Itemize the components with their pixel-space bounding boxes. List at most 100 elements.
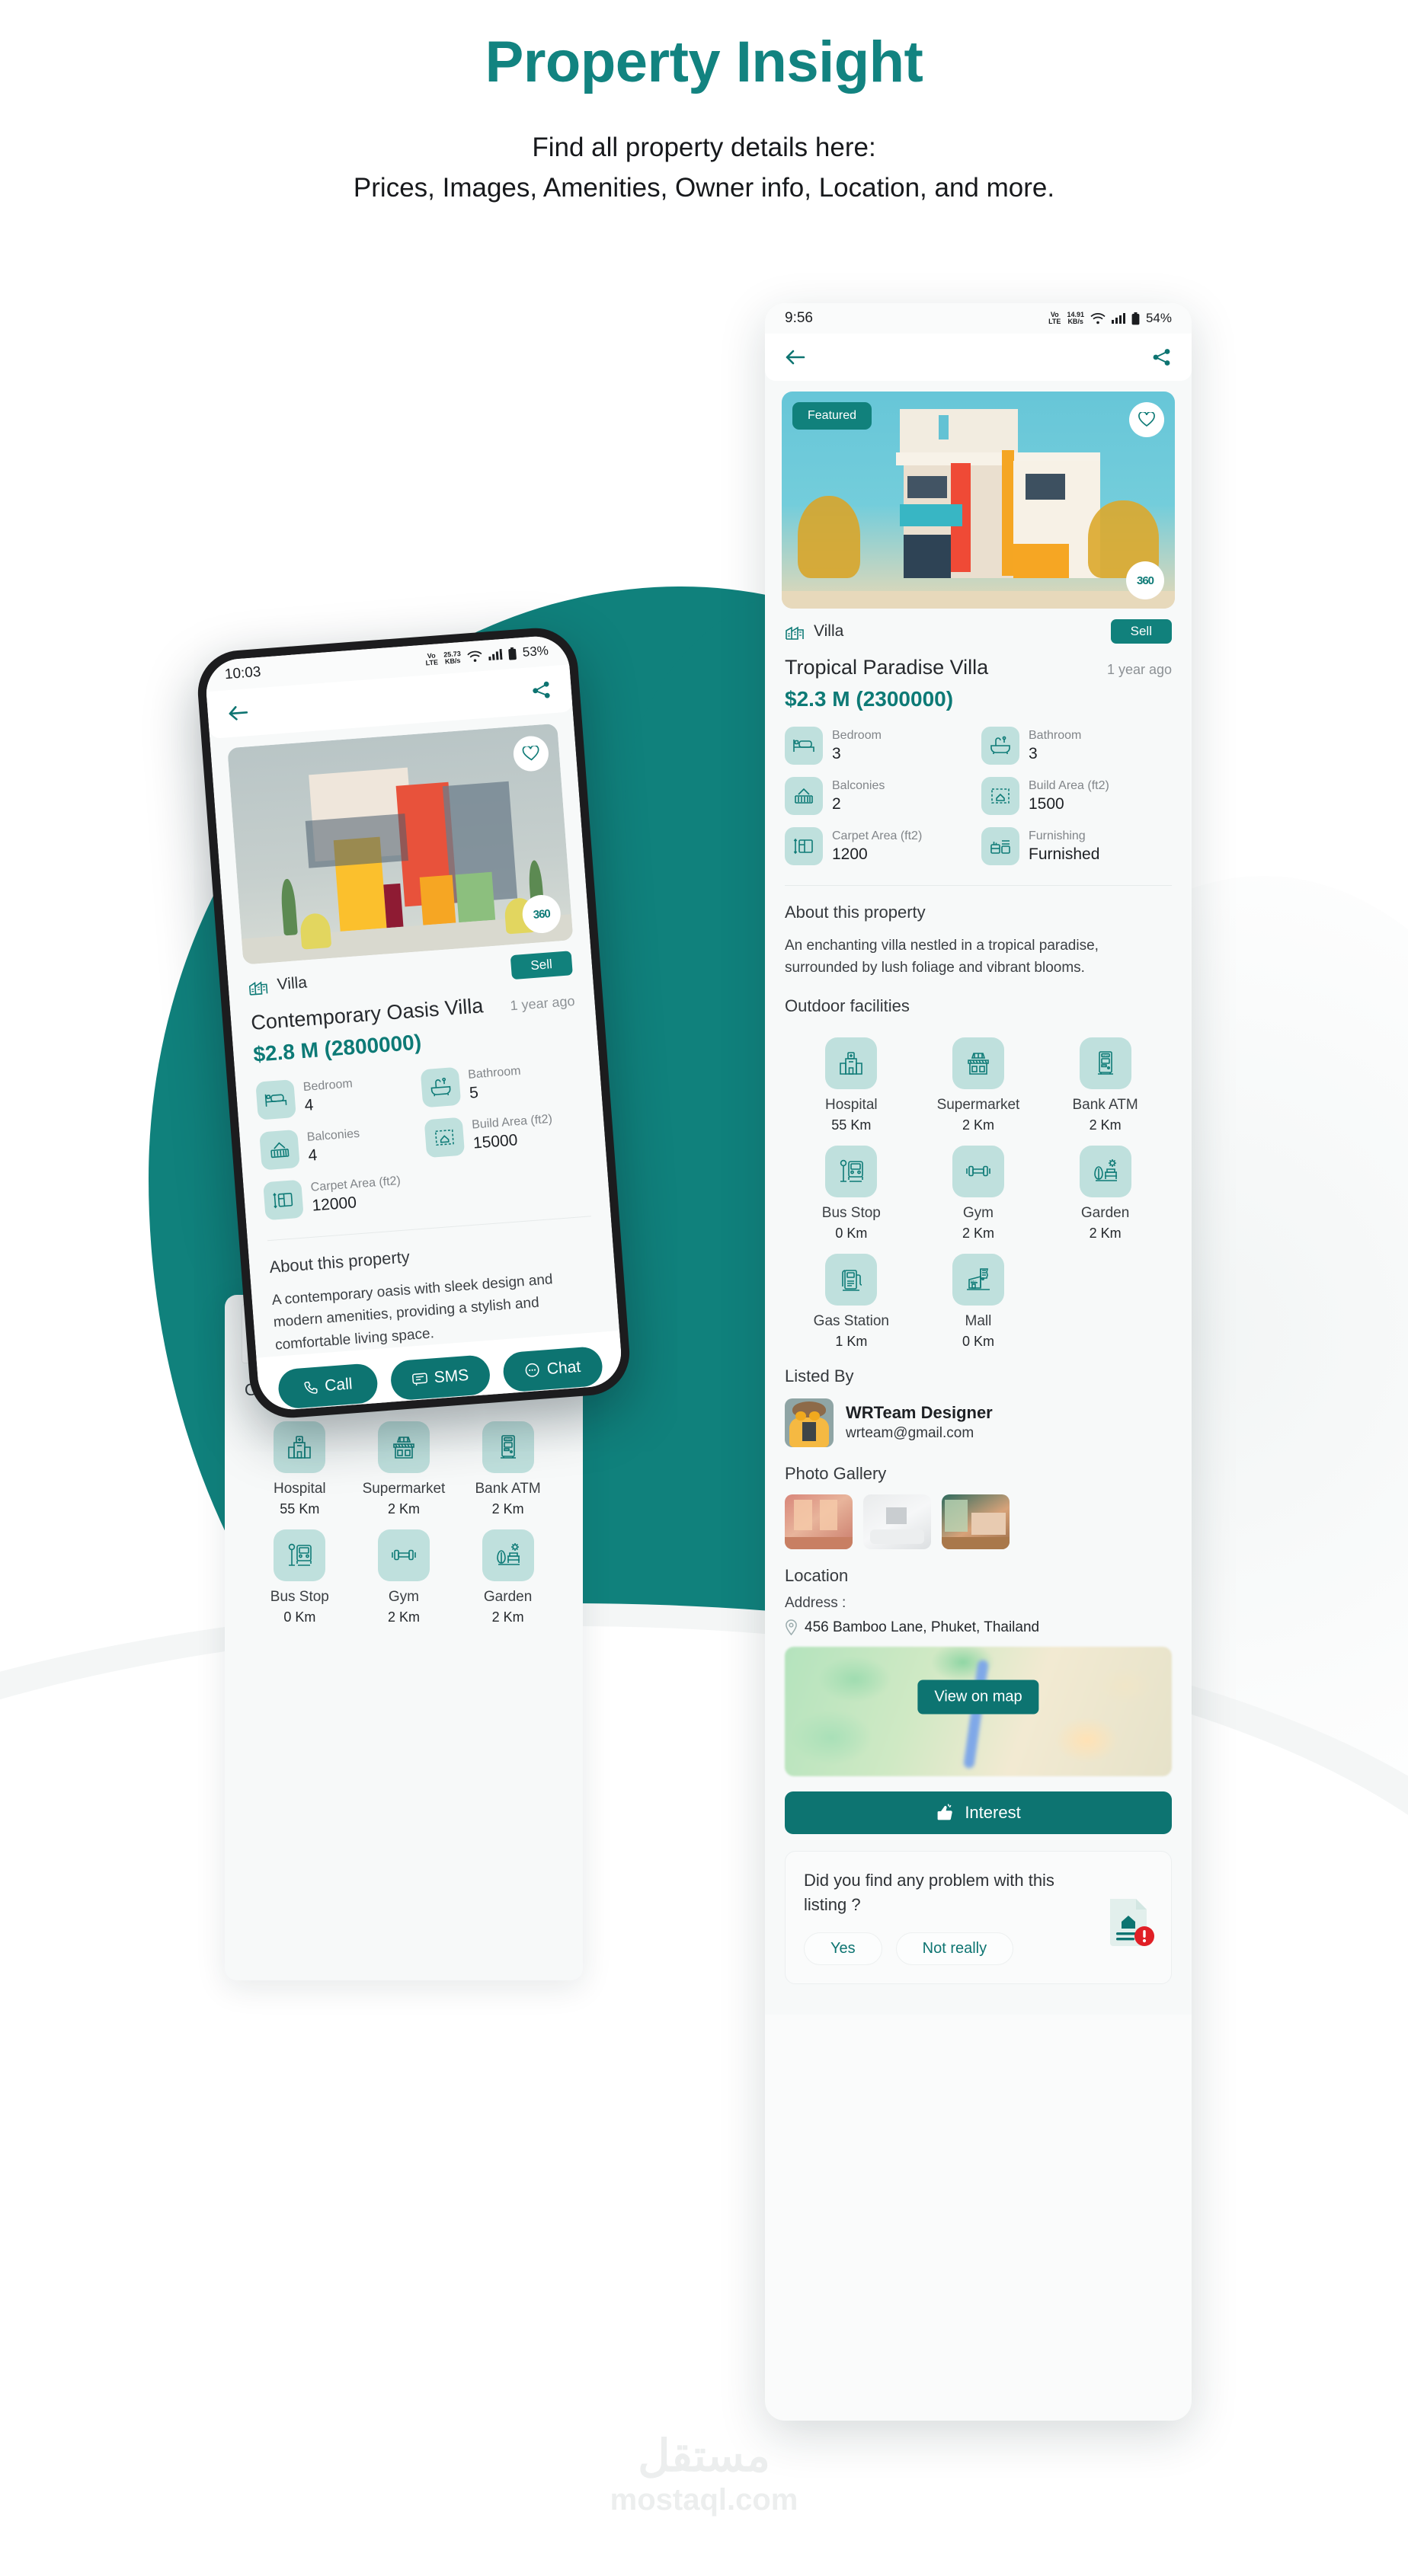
supermarket-icon [952,1037,1004,1089]
facility-item[interactable]: Garden 2 Km [1042,1145,1169,1242]
sms-button[interactable]: SMS [389,1354,491,1401]
right-facilities-heading: Outdoor facilities [785,996,910,1015]
spec-value: 3 [1029,745,1038,763]
signal-icon [488,648,503,661]
gallery-photo-3[interactable] [942,1494,1010,1549]
interest-label: Interest [965,1802,1021,1822]
chat-button[interactable]: Chat [501,1346,604,1393]
gallery-photo-2[interactable] [863,1494,931,1549]
spec-item: Balconies 2 [782,777,978,815]
avatar [785,1398,834,1447]
spec-item: Carpet Area (ft2) 12000 [260,1170,427,1221]
bus-stop-icon [274,1529,326,1581]
facility-item[interactable]: MALL Mall 0 Km [915,1253,1042,1350]
left-facilities-grid: Hospital 55 Km Supermarket 2 Km MTA Bank ATM 2… [225,1400,583,1625]
bathtub-icon [981,727,1019,765]
battery-icon [1131,312,1140,325]
thumbs-up-icon [936,1804,954,1822]
watermark: مستقل mostaql.com [0,2430,1408,2517]
watermark-arabic: مستقل [638,2431,770,2481]
facility-name: Mall [965,1312,992,1329]
facility-item[interactable]: MTA Bank ATM 2 Km [456,1421,560,1517]
facility-distance: 55 Km [831,1117,872,1133]
spec-value: 3 [832,745,841,763]
share-icon[interactable] [531,680,552,700]
facility-distance: 55 Km [280,1501,320,1517]
svg-text:MTA: MTA [505,1438,511,1441]
view-360-icon[interactable]: 360 [1126,561,1164,599]
facility-item[interactable]: Supermarket 2 Km [915,1037,1042,1133]
facility-name: Bank ATM [1072,1096,1138,1113]
facility-item[interactable]: Supermarket 2 Km [352,1421,456,1517]
heart-icon[interactable] [1129,402,1164,437]
left-hero-image[interactable]: 360 [227,723,574,965]
spec-item: Balconies 4 [256,1120,424,1171]
gym-icon [377,1529,430,1581]
facility-distance: 0 Km [835,1225,868,1241]
listed-by-heading: Listed By [785,1366,854,1385]
carpet-area-icon [263,1179,304,1221]
facility-distance: 2 Km [491,1609,524,1625]
spec-item: Furnishing Furnished [978,827,1175,865]
hospital-icon [825,1037,878,1089]
bathtub-icon [420,1066,462,1108]
facility-item[interactable]: Hospital 55 Km [248,1421,352,1517]
arrow-left-icon[interactable] [227,704,250,722]
facility-item[interactable]: Hospital 55 Km [788,1037,915,1133]
facility-name: Gym [962,1204,994,1221]
right-about-text: An enchanting villa nestled in a tropica… [785,938,1099,976]
subtitle-line-1: Find all property details here: [532,133,876,162]
hospital-icon [274,1421,326,1473]
problem-no-button[interactable]: Not really [895,1932,1014,1965]
interest-button[interactable]: Interest [785,1791,1172,1834]
problem-yes-button[interactable]: Yes [804,1932,882,1965]
facility-distance: 0 Km [283,1609,316,1625]
gas-station-icon [825,1253,878,1306]
right-property-price: $2.3 M (2300000) [785,687,954,711]
left-battery-percent: 53% [522,643,549,660]
bed-icon [255,1079,296,1120]
right-status-bar: 9:56 Vo LTE 14.91 KB/s 54% [765,303,1192,334]
address-label: Address : [785,1594,846,1611]
right-type-label: Villa [814,622,844,640]
facility-item[interactable]: Bus Stop 0 Km [248,1529,352,1625]
spec-value: 15000 [472,1131,519,1152]
spec-item: Bathroom 5 [418,1058,585,1108]
call-button[interactable]: Call [277,1363,379,1410]
call-label: Call [324,1375,354,1395]
view-on-map-button[interactable]: View on map [917,1680,1039,1715]
left-status-badge: Sell [510,951,573,980]
spec-label: Carpet Area (ft2) [832,829,923,842]
right-hero-image[interactable]: Featured 360 [782,392,1175,609]
gallery-photo-1[interactable] [785,1494,853,1549]
spec-value: 1200 [832,845,868,864]
facility-distance: 1 Km [835,1333,868,1349]
featured-badge: Featured [792,402,872,430]
facility-distance: 2 Km [1089,1225,1122,1241]
facility-item[interactable]: MTA Bank ATM 2 Km [1042,1037,1169,1133]
share-icon[interactable] [1152,348,1172,366]
spec-value: 4 [303,1096,315,1115]
left-phone-screen: 10:03 Vo LTE 25.73 KB/s 53% 360 Villa Se… [203,634,624,1412]
svg-text:MALL: MALL [971,1280,978,1283]
facility-item[interactable]: Gym 2 Km [352,1529,456,1625]
report-problem-card: Did you find any problem with this listi… [785,1850,1172,1984]
chat-label: Chat [546,1358,582,1379]
facility-item[interactable]: Garden 2 Km [456,1529,560,1625]
lister-card[interactable]: WRTeam Designer wrteam@gmail.com [765,1386,1192,1447]
facility-distance: 2 Km [387,1609,420,1625]
spec-label: Furnishing [1029,829,1086,842]
spec-value: 4 [307,1146,318,1165]
location-heading: Location [785,1565,849,1585]
report-listing-icon [1106,1896,1156,1949]
arrow-left-icon[interactable] [785,349,806,366]
spec-value: 12000 [311,1194,357,1215]
facility-item[interactable]: Gas Station 1 Km [788,1253,915,1350]
right-property-title: Tropical Paradise Villa [785,656,989,679]
page-subtitle: Find all property details here: Prices, … [0,127,1408,208]
spec-label: Balconies [306,1127,360,1144]
facility-item[interactable]: Bus Stop 0 Km [788,1145,915,1242]
facility-item[interactable]: Gym 2 Km [915,1145,1042,1242]
facility-name: Garden [1080,1204,1130,1221]
right-facilities-grid: Hospital 55 Km Supermarket 2 Km MTA Bank ATM 2… [765,1016,1192,1350]
